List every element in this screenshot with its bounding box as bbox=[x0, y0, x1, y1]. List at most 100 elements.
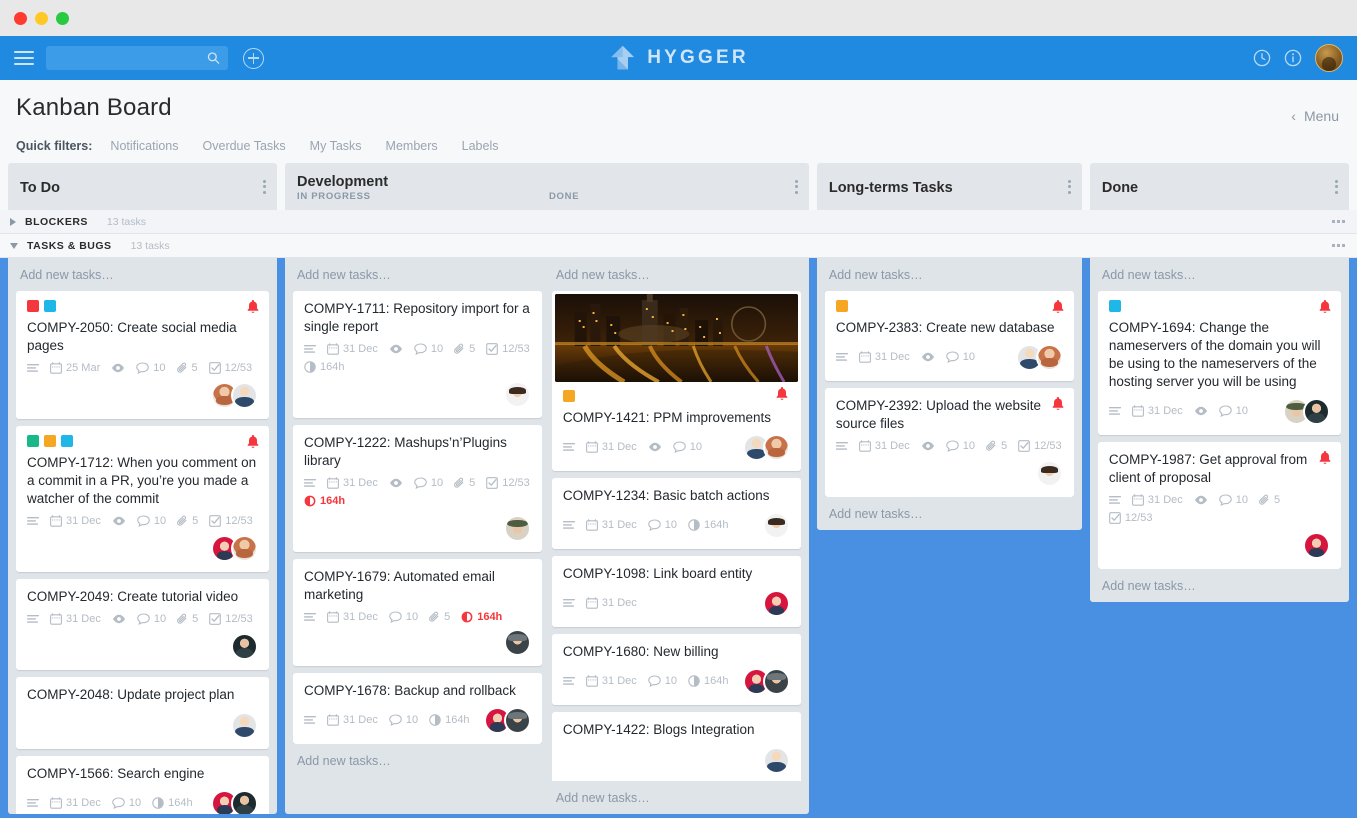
task-card[interactable]: COMPY-1694: Change the nameservers of th… bbox=[1097, 291, 1341, 435]
card-label[interactable] bbox=[562, 390, 575, 402]
task-card[interactable]: COMPY-1987: Get approval from client of … bbox=[1097, 441, 1341, 569]
card-label[interactable] bbox=[27, 300, 39, 312]
task-card[interactable]: COMPY-1234: Basic batch actions 31 Dec 1… bbox=[551, 477, 801, 549]
alert-bell-icon[interactable] bbox=[247, 434, 259, 449]
window-close-button[interactable] bbox=[14, 11, 27, 25]
card-assignee-avatar[interactable] bbox=[762, 667, 790, 695]
add-new-tasks-long-terms-bottom[interactable]: Add new tasks… bbox=[825, 497, 1074, 530]
chevron-down-icon[interactable] bbox=[10, 242, 18, 249]
column-header-to-do[interactable]: To Do bbox=[8, 163, 277, 210]
card-assignee-avatar[interactable] bbox=[1303, 397, 1330, 425]
card-assignee-avatar[interactable] bbox=[1035, 459, 1063, 487]
add-new-tasks-long-terms[interactable]: Add new tasks… bbox=[825, 258, 1074, 291]
alert-bell-icon[interactable] bbox=[1052, 300, 1064, 314]
hamburger-icon[interactable] bbox=[14, 51, 34, 65]
card-assignee-avatar[interactable] bbox=[762, 511, 790, 539]
column-header-development[interactable]: Development IN PROGRESS DONE bbox=[284, 163, 809, 210]
add-new-tasks-in-progress[interactable]: Add new tasks… bbox=[293, 258, 542, 291]
task-card[interactable]: COMPY-1422: Blogs Integration bbox=[551, 711, 801, 781]
alert-bell-icon[interactable] bbox=[1052, 396, 1064, 411]
swimlane-menu-icon[interactable] bbox=[1332, 244, 1345, 247]
card-assignee-avatar[interactable] bbox=[230, 534, 258, 562]
alert-bell-icon[interactable] bbox=[247, 300, 259, 314]
alert-bell-icon[interactable] bbox=[1319, 300, 1331, 314]
chevron-right-icon[interactable] bbox=[10, 217, 16, 226]
card-watch-indicator[interactable] bbox=[112, 516, 126, 526]
add-button[interactable] bbox=[243, 47, 264, 69]
add-new-tasks-dev-done-bottom[interactable]: Add new tasks… bbox=[552, 781, 801, 814]
card-watch-indicator[interactable] bbox=[389, 344, 403, 354]
alert-bell-icon[interactable] bbox=[1319, 300, 1331, 314]
column-menu-icon[interactable] bbox=[262, 179, 266, 194]
task-card[interactable]: COMPY-2392: Upload the website source fi… bbox=[824, 387, 1074, 497]
user-avatar[interactable] bbox=[1315, 44, 1343, 72]
column-menu-icon[interactable] bbox=[1334, 179, 1338, 194]
card-watch-indicator[interactable] bbox=[112, 614, 126, 624]
task-card[interactable]: COMPY-1711: Repository import for a sing… bbox=[292, 291, 542, 418]
task-card[interactable]: COMPY-1421: PPM improvements 31 Dec 10 bbox=[551, 291, 801, 471]
card-label[interactable] bbox=[44, 434, 56, 447]
card-label[interactable] bbox=[1108, 300, 1121, 312]
column-header-long-terms-tasks[interactable]: Long-terms Tasks bbox=[816, 163, 1082, 210]
card-label[interactable] bbox=[61, 434, 73, 447]
info-icon[interactable] bbox=[1284, 49, 1302, 67]
search-input[interactable] bbox=[46, 46, 228, 70]
quick-filter-my-tasks[interactable]: My Tasks bbox=[310, 139, 362, 153]
task-card[interactable]: COMPY-1098: Link board entity 31 Dec bbox=[551, 555, 801, 627]
quick-filter-overdue-tasks[interactable]: Overdue Tasks bbox=[203, 139, 286, 153]
card-watch-indicator[interactable] bbox=[921, 352, 935, 362]
clock-icon[interactable] bbox=[1253, 49, 1271, 67]
card-assignee-avatar[interactable] bbox=[762, 746, 790, 774]
swimlane-menu-icon[interactable] bbox=[1332, 220, 1345, 223]
quick-filter-labels[interactable]: Labels bbox=[462, 139, 499, 153]
task-card[interactable]: COMPY-1566: Search engine 31 Dec 10 164h bbox=[16, 755, 269, 814]
search-field[interactable] bbox=[46, 51, 208, 65]
alert-bell-icon[interactable] bbox=[1052, 300, 1064, 314]
task-card[interactable]: COMPY-1678: Backup and rollback 31 Dec 1… bbox=[292, 672, 542, 744]
card-label[interactable] bbox=[27, 434, 39, 447]
task-card[interactable]: COMPY-2048: Update project plan bbox=[16, 676, 269, 749]
add-new-tasks-done-bottom[interactable]: Add new tasks… bbox=[1098, 569, 1341, 602]
card-watch-indicator[interactable] bbox=[111, 363, 125, 373]
add-new-tasks-in-progress-bottom[interactable]: Add new tasks… bbox=[293, 744, 542, 777]
card-assignee-avatar[interactable] bbox=[762, 589, 790, 617]
alert-bell-icon[interactable] bbox=[1319, 450, 1331, 464]
card-assignee-avatar[interactable] bbox=[230, 789, 258, 814]
card-watch-indicator[interactable] bbox=[1194, 406, 1208, 416]
card-watch-indicator[interactable] bbox=[389, 478, 403, 488]
column-header-done[interactable]: Done bbox=[1089, 163, 1349, 210]
add-new-tasks-dev-done[interactable]: Add new tasks… bbox=[552, 258, 801, 291]
quick-filter-notifications[interactable]: Notifications bbox=[110, 139, 178, 153]
alert-bell-icon[interactable] bbox=[776, 387, 788, 400]
card-assignee-avatar[interactable] bbox=[503, 706, 531, 734]
swimlane-tasks-and-bugs[interactable]: TASKS & BUGS 13 tasks bbox=[0, 234, 1357, 258]
card-label[interactable] bbox=[835, 300, 848, 312]
card-assignee-avatar[interactable] bbox=[503, 380, 531, 408]
card-assignee-avatar[interactable] bbox=[1035, 343, 1063, 371]
swimlane-blockers[interactable]: BLOCKERS 13 tasks bbox=[0, 210, 1357, 234]
add-new-tasks-to-do[interactable]: Add new tasks… bbox=[16, 258, 269, 291]
card-watch-indicator[interactable] bbox=[648, 442, 662, 452]
card-label[interactable] bbox=[44, 300, 56, 312]
task-card[interactable]: COMPY-1679: Automated email marketing 31… bbox=[292, 558, 542, 666]
task-card[interactable]: COMPY-2050: Create social media pages 25… bbox=[16, 291, 269, 419]
board-menu-button[interactable]: ‹ Menu bbox=[1291, 108, 1339, 124]
add-new-tasks-done[interactable]: Add new tasks… bbox=[1098, 258, 1341, 291]
card-watch-indicator[interactable] bbox=[921, 441, 935, 451]
task-card[interactable]: COMPY-1680: New billing 31 Dec 10 164h bbox=[551, 633, 801, 705]
task-card[interactable]: COMPY-1222: Mashups’n’Plugins library 31… bbox=[292, 424, 542, 552]
task-card[interactable]: COMPY-1712: When you comment on a commit… bbox=[16, 425, 269, 572]
window-minimize-button[interactable] bbox=[35, 11, 48, 25]
window-maximize-button[interactable] bbox=[56, 11, 69, 25]
alert-bell-icon[interactable] bbox=[1052, 396, 1064, 411]
column-menu-icon[interactable] bbox=[1067, 179, 1071, 194]
card-assignee-avatar[interactable] bbox=[230, 381, 258, 409]
card-assignee-avatar[interactable] bbox=[503, 514, 531, 542]
card-assignee-avatar[interactable] bbox=[762, 433, 790, 461]
card-assignee-avatar[interactable] bbox=[230, 632, 258, 660]
alert-bell-icon[interactable] bbox=[247, 434, 259, 449]
card-assignee-avatar[interactable] bbox=[230, 711, 258, 739]
task-card[interactable]: COMPY-2383: Create new database 31 Dec 1… bbox=[824, 291, 1074, 381]
alert-bell-icon[interactable] bbox=[247, 300, 259, 314]
task-card[interactable]: COMPY-2049: Create tutorial video 31 Dec… bbox=[16, 578, 269, 670]
